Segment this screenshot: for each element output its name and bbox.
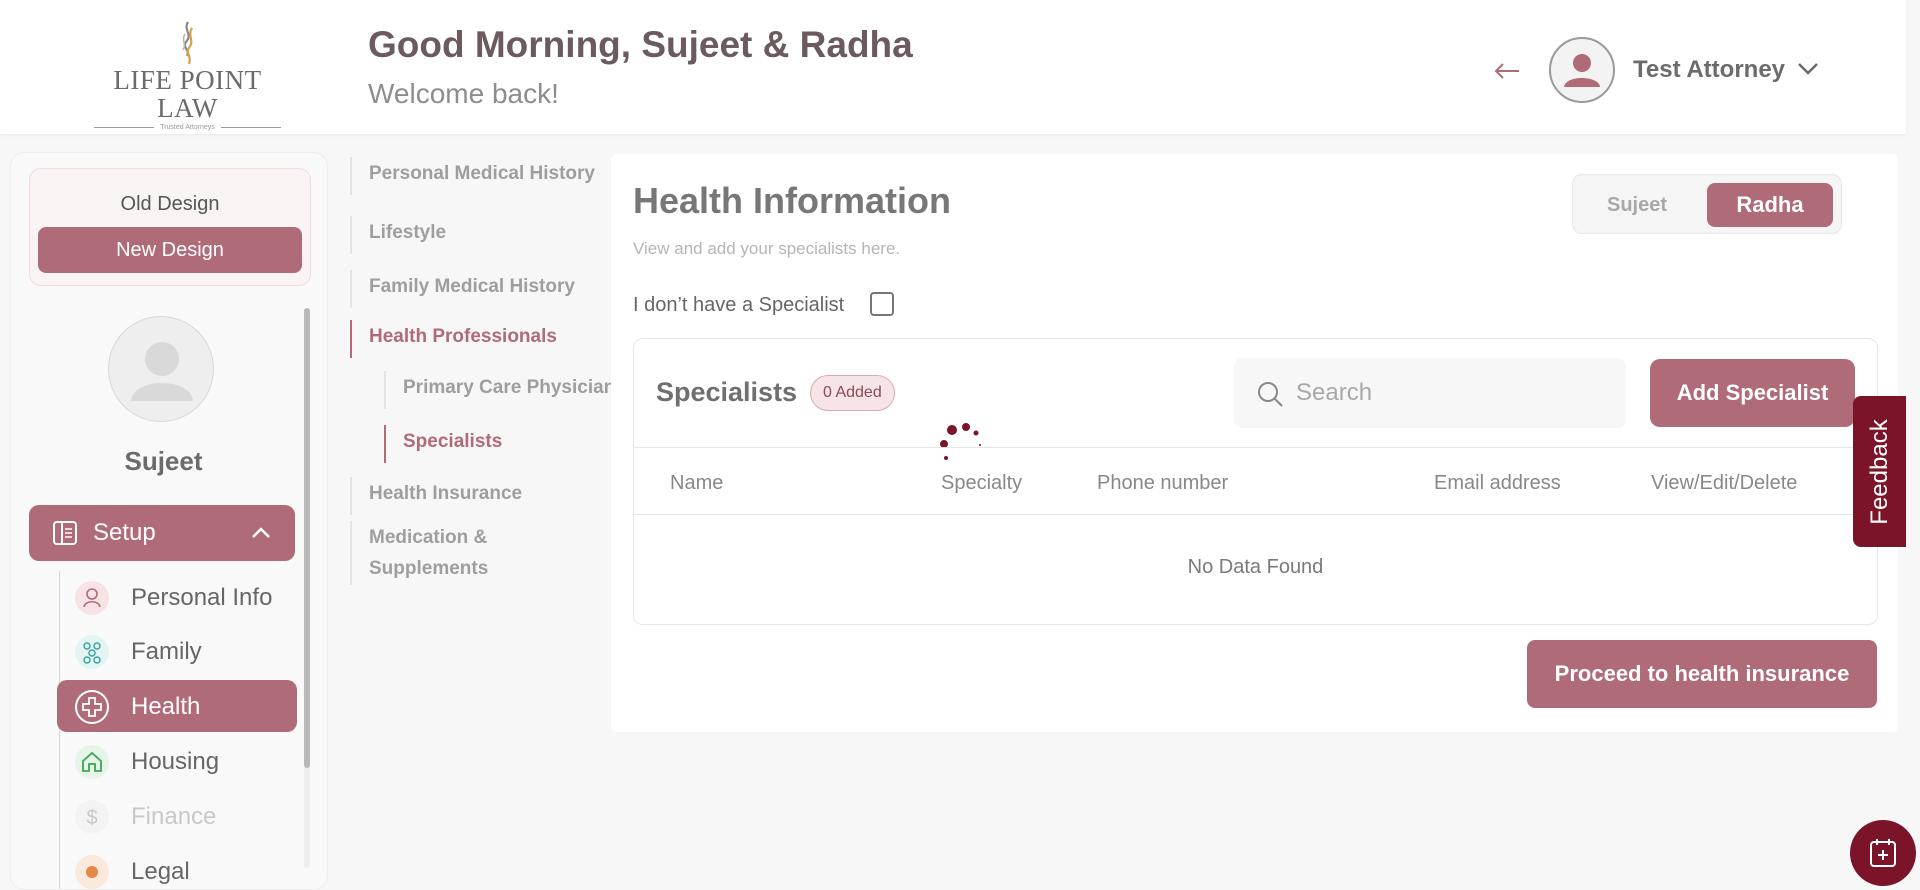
user-name[interactable]: Test Attorney bbox=[1633, 56, 1785, 84]
toggle-radha[interactable]: Radha bbox=[1707, 183, 1833, 227]
logo-flame-icon bbox=[181, 21, 193, 65]
proceed-button[interactable]: Proceed to health insurance bbox=[1527, 640, 1877, 708]
sidebar-item-label: Housing bbox=[131, 748, 220, 775]
sidebar-scrollbar-thumb[interactable] bbox=[304, 308, 310, 768]
search-input[interactable] bbox=[1296, 376, 1606, 410]
greeting-title: Good Morning, Sujeet & Radha bbox=[368, 24, 913, 65]
subnav-primary-care-physician[interactable]: Primary Care Physician bbox=[384, 371, 615, 409]
sidebar-item-label: Personal Info bbox=[131, 584, 273, 611]
app-header: LIFE POINT LAW Trusted Attorneys Good Mo… bbox=[0, 0, 1906, 134]
page-title: Health Information bbox=[633, 180, 952, 221]
no-specialist-checkbox[interactable] bbox=[870, 292, 894, 316]
feedback-label: Feedback bbox=[1865, 418, 1893, 525]
column-email: Email address bbox=[1434, 472, 1561, 494]
setup-label: Setup bbox=[93, 519, 156, 546]
subnav-specialists[interactable]: Specialists bbox=[384, 425, 502, 463]
column-actions: View/Edit/Delete bbox=[1651, 472, 1798, 494]
health-plus-icon bbox=[75, 690, 109, 724]
column-phone: Phone number bbox=[1097, 472, 1229, 494]
design-switcher: Old Design New Design bbox=[29, 168, 311, 286]
search-icon bbox=[1258, 382, 1283, 407]
toggle-sujeet[interactable]: Sujeet bbox=[1587, 183, 1687, 227]
user-avatar[interactable] bbox=[1549, 37, 1615, 103]
subnav-health-insurance[interactable]: Health Insurance bbox=[350, 477, 522, 515]
home-icon bbox=[75, 745, 109, 779]
calendar-plus-icon bbox=[1870, 839, 1896, 867]
profile-name: Sujeet bbox=[124, 446, 203, 476]
dollar-icon: $ bbox=[75, 800, 109, 834]
subnav-medication-supplements[interactable]: Medication & Supplements bbox=[350, 521, 488, 585]
sidebar-item-housing[interactable]: Housing bbox=[57, 735, 297, 787]
logo-tagline: Trusted Attorneys bbox=[160, 124, 215, 131]
person-toggle: Sujeet Radha bbox=[1572, 174, 1842, 234]
setup-icon bbox=[53, 521, 77, 545]
column-name: Name bbox=[670, 472, 724, 494]
page-subtitle: View and add your specialists here. bbox=[633, 239, 901, 258]
sidebar-item-health[interactable]: Health bbox=[57, 680, 297, 732]
old-design-button[interactable]: Old Design bbox=[30, 193, 310, 216]
subnav-lifestyle[interactable]: Lifestyle bbox=[350, 216, 446, 254]
legal-icon bbox=[75, 855, 109, 889]
empty-state: No Data Found bbox=[1187, 556, 1324, 578]
feedback-tab[interactable]: Feedback bbox=[1853, 396, 1906, 547]
specialists-card: Specialists 0 Added Add Specialist Name … bbox=[633, 338, 1878, 625]
welcome-text: Welcome back! bbox=[368, 78, 559, 109]
subnav-health-professionals[interactable]: Health Professionals bbox=[350, 320, 557, 358]
column-specialty: Specialty bbox=[941, 472, 1023, 494]
sidebar-item-label: Legal bbox=[131, 858, 190, 885]
subnav-family-medical-history[interactable]: Family Medical History bbox=[350, 270, 575, 308]
main-content: Health Information View and add your spe… bbox=[611, 154, 1898, 732]
svg-text:$: $ bbox=[86, 807, 97, 829]
specialists-title: Specialists bbox=[656, 377, 798, 407]
logo-text: LIFE POINT LAW bbox=[113, 65, 262, 123]
sidebar-item-personal-info[interactable]: Personal Info bbox=[57, 571, 297, 623]
chevron-up-icon bbox=[252, 527, 270, 538]
new-design-button[interactable]: New Design bbox=[38, 227, 302, 273]
sidebar-item-label: Finance bbox=[131, 803, 217, 830]
user-icon bbox=[75, 581, 109, 615]
search-box[interactable] bbox=[1234, 358, 1626, 428]
sidebar-item-label: Family bbox=[131, 638, 202, 665]
profile-avatar bbox=[108, 316, 214, 422]
no-specialist-label: I don’t have a Specialist bbox=[633, 294, 845, 316]
chevron-down-icon[interactable] bbox=[1795, 58, 1821, 80]
family-icon bbox=[75, 635, 109, 669]
add-specialist-button[interactable]: Add Specialist bbox=[1650, 359, 1855, 427]
logo[interactable]: LIFE POINT LAW Trusted Attorneys bbox=[85, 20, 290, 131]
sidebar-item-legal[interactable]: Legal bbox=[57, 845, 297, 889]
calendar-add-button[interactable] bbox=[1850, 820, 1916, 886]
sidebar-item-family[interactable]: Family bbox=[57, 625, 297, 677]
sidebar-item-label: Health bbox=[131, 693, 201, 720]
sidebar: Old Design New Design Sujeet Setup Perso… bbox=[10, 152, 328, 890]
health-subnav: Personal Medical History Lifestyle Famil… bbox=[350, 152, 620, 592]
setup-section-toggle[interactable]: Setup bbox=[29, 505, 295, 561]
table-header: Name Specialty Phone number Email addres… bbox=[634, 447, 1877, 515]
back-arrow-icon[interactable] bbox=[1492, 56, 1522, 86]
sidebar-item-finance[interactable]: $ Finance bbox=[57, 790, 297, 842]
added-count-badge: 0 Added bbox=[810, 375, 895, 411]
subnav-personal-medical-history[interactable]: Personal Medical History bbox=[350, 157, 595, 195]
